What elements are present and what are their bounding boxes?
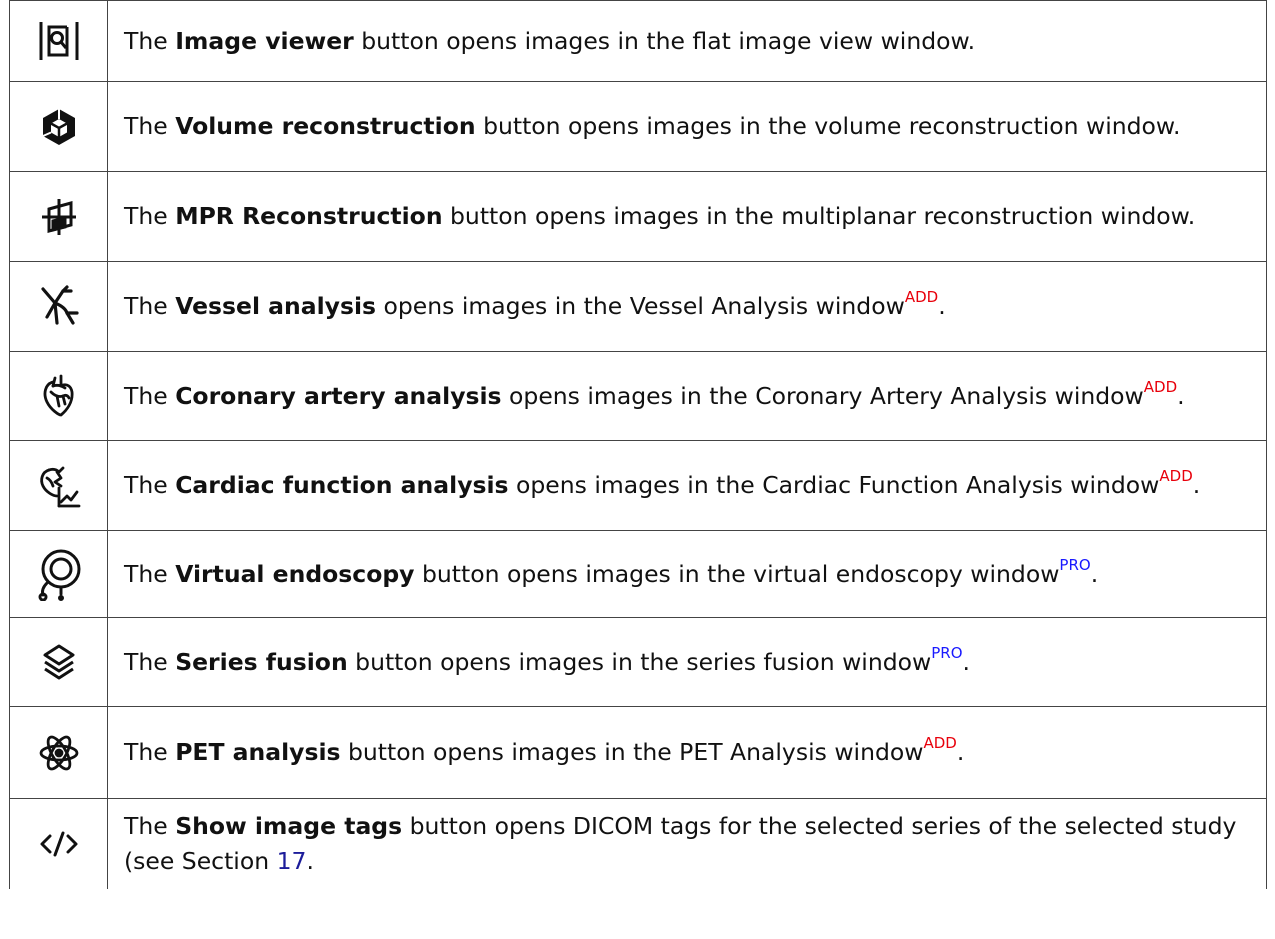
icon-cell [9, 261, 108, 352]
text-post: button opens images in the flat image vi… [353, 26, 976, 55]
text-tail: . [956, 738, 965, 766]
icon-cell [9, 798, 108, 889]
button-name: Image viewer [175, 26, 354, 55]
image-viewer-icon [10, 19, 107, 63]
add-badge: ADD [1143, 377, 1178, 396]
description-cell: The Vessel analysis opens images in the … [107, 261, 1267, 352]
virtual-endoscopy-icon [10, 547, 107, 601]
text-pre: The [124, 381, 176, 410]
text-post: opens images in the Cardiac Function Ana… [508, 471, 1160, 499]
description-cell: The Show image tags button opens DICOM t… [107, 798, 1267, 889]
volume-reconstruction-icon [10, 107, 107, 147]
table-row: The Virtual endoscopy button opens image… [9, 530, 1267, 618]
icon-cell [9, 351, 108, 441]
text-tail: . [1192, 471, 1201, 499]
text-post: opens images in the Coronary Artery Anal… [501, 381, 1144, 410]
text-pre: The [124, 26, 176, 55]
coronary-artery-icon [10, 374, 107, 418]
button-name: Vessel analysis [175, 292, 377, 320]
add-badge: ADD [1159, 467, 1193, 486]
pro-badge: PRO [931, 643, 963, 662]
table-row: The Cardiac function analysis opens imag… [9, 440, 1267, 531]
text-tail: . [1177, 381, 1185, 410]
table-row: The PET analysis button opens images in … [9, 706, 1267, 799]
description-cell: The PET analysis button opens images in … [107, 706, 1267, 799]
icon-cell [9, 171, 108, 262]
text-pre: The [124, 811, 176, 840]
icon-cell [9, 81, 108, 172]
description-cell: The Image viewer button opens images in … [107, 0, 1267, 82]
button-name: Virtual endoscopy [175, 559, 415, 588]
table-row: The Coronary artery analysis opens image… [9, 351, 1267, 441]
icon-cell [9, 530, 108, 618]
button-name: PET analysis [175, 738, 341, 766]
button-name: Cardiac function analysis [175, 471, 509, 499]
button-name: Series fusion [175, 647, 348, 676]
text-post: button opens images in the volume recons… [475, 112, 1181, 140]
text-pre: The [124, 112, 176, 140]
table-row: The Volume reconstruction button opens i… [9, 81, 1267, 172]
text-pre: The [124, 471, 176, 499]
text-tail: . [1090, 559, 1099, 588]
icon-cell [9, 440, 108, 531]
table-row: The Image viewer button opens images in … [9, 0, 1267, 82]
table-row: The Vessel analysis opens images in the … [9, 261, 1267, 352]
mpr-reconstruction-icon [10, 197, 107, 237]
text-post: button opens images in the series fusion… [347, 647, 932, 676]
vessel-analysis-icon [10, 284, 107, 329]
text-post: button opens images in the virtual endos… [414, 559, 1060, 588]
text-pre: The [124, 559, 176, 588]
button-name: Volume reconstruction [175, 112, 476, 140]
icon-description-table: The Image viewer button opens images in … [9, 0, 1267, 889]
button-name: MPR Reconstruction [175, 202, 443, 230]
icon-cell [9, 617, 108, 707]
text-pre: The [124, 647, 176, 676]
text-post: button opens images in the multiplanar r… [442, 202, 1196, 230]
text-pre: The [124, 202, 176, 230]
text-pre: The [124, 292, 176, 320]
description-cell: The Cardiac function analysis opens imag… [107, 440, 1267, 531]
add-badge: ADD [904, 288, 939, 307]
description-cell: The Coronary artery analysis opens image… [107, 351, 1267, 441]
table-row: The MPR Reconstruction button opens imag… [9, 171, 1267, 262]
description-cell: The Series fusion button opens images in… [107, 617, 1267, 707]
table-row: The Series fusion button opens images in… [9, 617, 1267, 707]
text-tail: . [962, 647, 971, 676]
text-tail: . [938, 292, 946, 320]
section-link[interactable]: 17 [277, 847, 307, 875]
icon-cell [9, 0, 108, 82]
add-badge: ADD [923, 734, 957, 753]
description-cell: The MPR Reconstruction button opens imag… [107, 171, 1267, 262]
button-name: Show image tags [175, 811, 403, 840]
button-name: Coronary artery analysis [175, 381, 502, 410]
code-tags-icon [10, 829, 107, 859]
text-tail: . [306, 846, 314, 875]
cardiac-function-icon [10, 464, 107, 508]
table-row: The Show image tags button opens DICOM t… [9, 798, 1267, 889]
description-cell: The Virtual endoscopy button opens image… [107, 530, 1267, 618]
text-post: opens images in the Vessel Analysis wind… [376, 292, 905, 320]
pet-analysis-icon [10, 732, 107, 774]
text-post: button opens images in the PET Analysis … [340, 738, 924, 766]
text-pre: The [124, 738, 176, 766]
pro-badge: PRO [1059, 555, 1091, 574]
series-fusion-icon [10, 642, 107, 682]
icon-cell [9, 706, 108, 799]
description-cell: The Volume reconstruction button opens i… [107, 81, 1267, 172]
